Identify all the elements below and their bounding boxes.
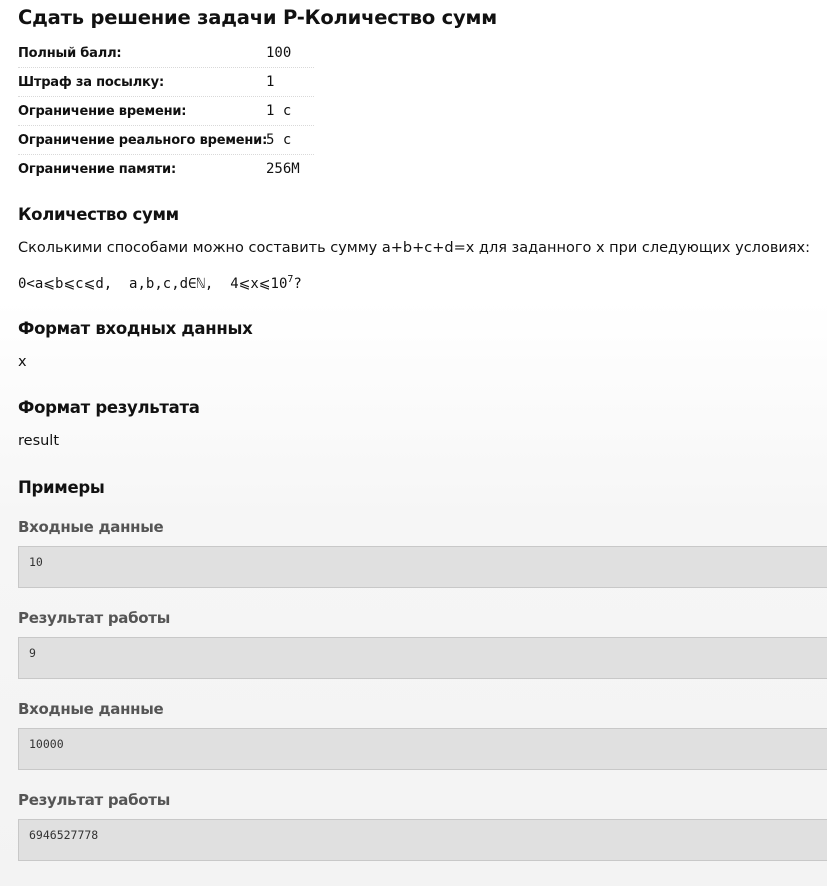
limit-label: Ограничение памяти: (18, 161, 176, 177)
limit-row-time: Ограничение времени: 1 с (18, 97, 314, 126)
example-output-box[interactable]: 6946527778 (18, 819, 827, 861)
example-input-label: Входные данные (18, 518, 164, 536)
input-format-text: x (18, 354, 27, 370)
limit-row-real-time: Ограничение реального времени: 5 с (18, 126, 314, 155)
limit-value: 5 с (266, 132, 292, 148)
example-output-label: Результат работы (18, 609, 170, 627)
example-output-label: Результат работы (18, 791, 170, 809)
output-format-text: result (18, 433, 60, 449)
limit-row-penalty: Штраф за посылку: 1 (18, 68, 314, 97)
example-input-label: Входные данные (18, 700, 164, 718)
output-format-heading: Формат результата (18, 398, 200, 417)
formula-tail: ? (293, 276, 302, 292)
example-input-value[interactable]: 10 (19, 547, 827, 577)
example-input-box[interactable]: 10 (18, 546, 827, 588)
limit-value: 1 с (266, 103, 292, 119)
limit-value: 1 (266, 74, 275, 90)
limit-label: Ограничение реального времени: (18, 132, 268, 148)
limit-label: Штраф за посылку: (18, 74, 164, 90)
limits-table: Полный балл: 100 Штраф за посылку: 1 Огр… (18, 39, 314, 183)
example-output-box[interactable]: 9 (18, 637, 827, 679)
example-output-value[interactable]: 6946527778 (19, 820, 827, 850)
limit-row-memory: Ограничение памяти: 256M (18, 155, 314, 183)
input-format-heading: Формат входных данных (18, 319, 253, 338)
page-title: Сдать решение задачи P-Количество сумм (18, 6, 498, 29)
statement-heading: Количество сумм (18, 205, 179, 224)
limit-value: 256M (266, 161, 300, 177)
limit-value: 100 (266, 45, 292, 61)
examples-heading: Примеры (18, 478, 105, 497)
limit-label: Полный балл: (18, 45, 122, 61)
limit-label: Ограничение времени: (18, 103, 187, 119)
statement-formula: 0<a⩽b⩽c⩽d, a,b,c,d∈ℕ, 4⩽x⩽107? (18, 274, 302, 292)
example-input-value[interactable]: 10000 (19, 729, 827, 759)
statement-text: Сколькими способами можно составить сумм… (18, 240, 810, 256)
example-output-value[interactable]: 9 (19, 638, 827, 668)
example-input-box[interactable]: 10000 (18, 728, 827, 770)
limit-row-full-score: Полный балл: 100 (18, 39, 314, 68)
formula-base: 0<a⩽b⩽c⩽d, a,b,c,d∈ℕ, 4⩽x⩽10 (18, 276, 288, 292)
